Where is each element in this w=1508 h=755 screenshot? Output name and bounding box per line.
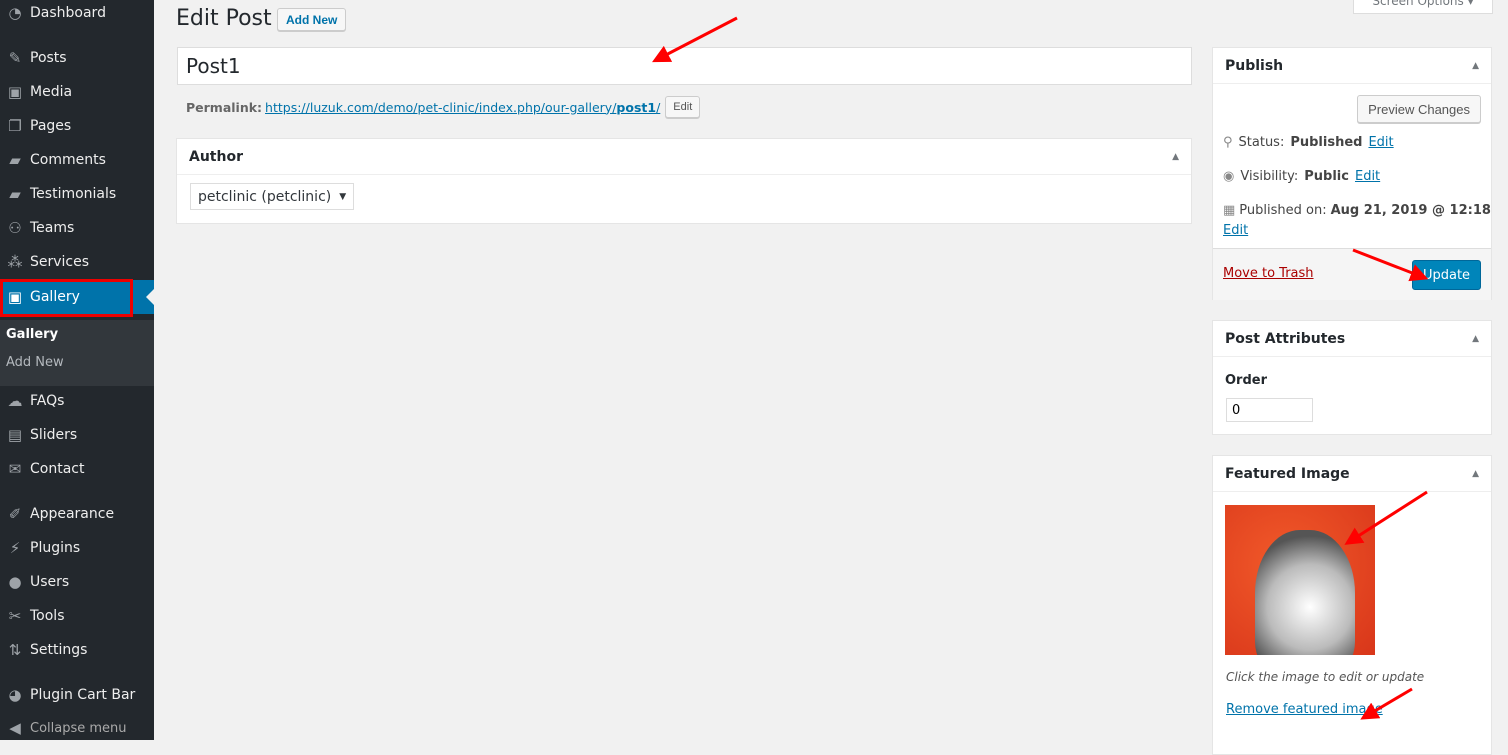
arrow-to-remove	[1360, 687, 1413, 720]
arrow-to-image	[1344, 490, 1428, 545]
arrow-to-update	[1352, 248, 1429, 282]
annotation-arrows	[652, 16, 1429, 720]
arrow-to-title	[652, 16, 738, 63]
